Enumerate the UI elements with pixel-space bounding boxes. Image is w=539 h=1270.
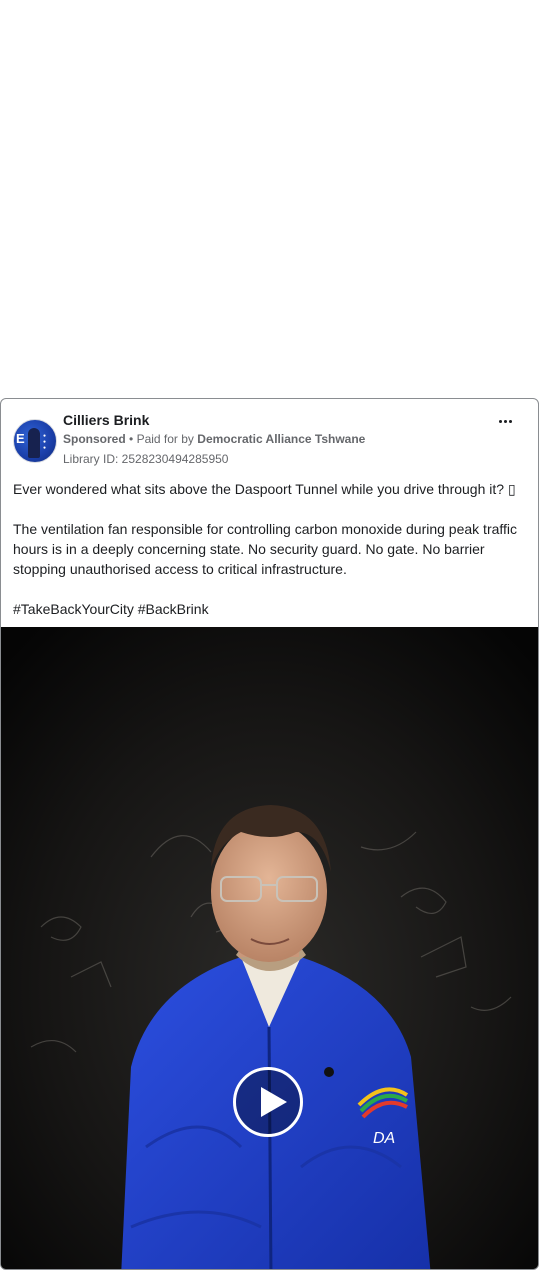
ad-card: E ● ● ● Cilliers Brink Sponsored • Paid fo… [0,398,539,1270]
more-options-button[interactable] [492,411,518,431]
jacket-logo-text: DA [373,1130,395,1147]
video-frame: DA [1,627,538,1269]
sponsored-label: Sponsored [63,432,126,446]
ad-body-paragraph: The ventilation fan responsible for cont… [13,521,518,577]
ad-header: E ● ● ● Cilliers Brink Sponsored • Paid fo… [1,399,538,471]
more-dot [508,419,512,423]
funder-name[interactable]: Democratic Alliance Tshwane [197,432,365,446]
video-player[interactable]: DA [1,627,538,1269]
page-name[interactable]: Cilliers Brink [63,412,149,428]
sponsored-line: Sponsored • Paid for by Democratic Allia… [63,432,365,446]
avatar-figure [28,428,40,458]
ad-hashtags: #TakeBackYourCity #BackBrink [13,601,209,617]
library-id: Library ID: 2528230494285950 [63,452,229,466]
more-dot [503,419,507,423]
play-icon[interactable] [233,1067,303,1137]
ad-body: Ever wondered what sits above the Daspoo… [1,471,538,619]
page-avatar[interactable]: E ● ● ● [13,419,57,463]
ad-body-paragraph: Ever wondered what sits above the Daspoo… [13,481,516,497]
paid-for-prefix: Paid for by [136,432,194,446]
more-horizontal-icon [498,419,502,423]
avatar-small-text: ● ● ● [43,433,47,451]
meta-separator: • [129,432,137,446]
avatar-logo-text: E [16,431,25,446]
